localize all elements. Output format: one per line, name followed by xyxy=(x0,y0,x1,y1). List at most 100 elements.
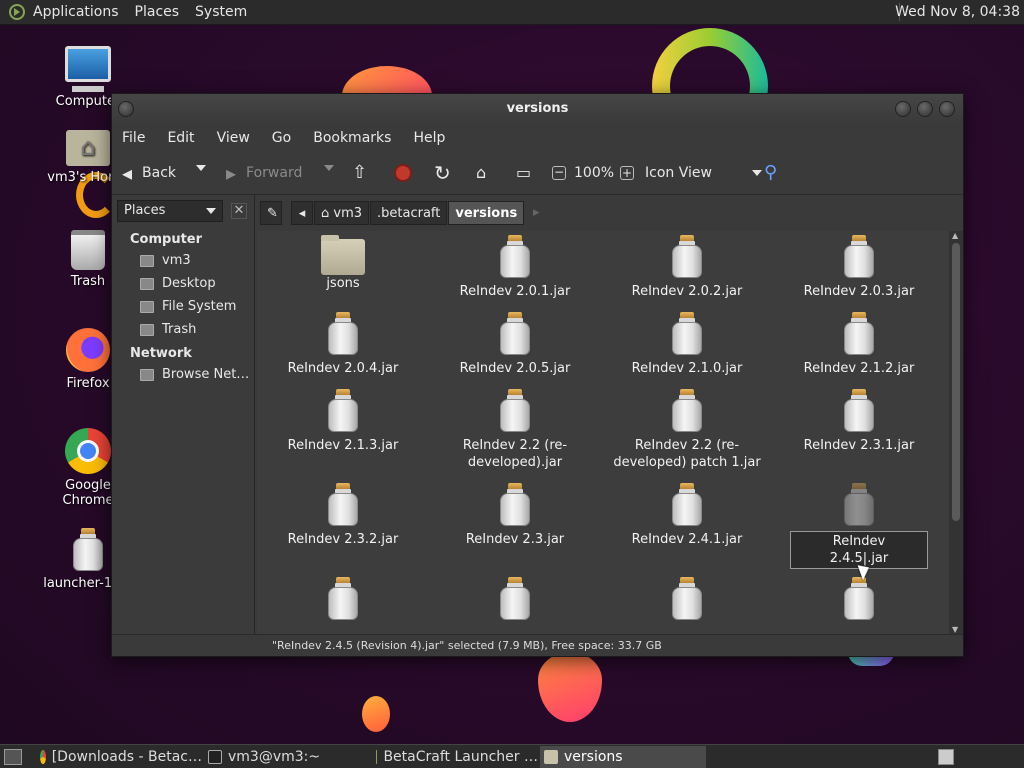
sidebar-item-filesystem[interactable]: File System xyxy=(112,295,254,318)
window-menu-button[interactable] xyxy=(118,101,134,117)
home-icon[interactable]: ⌂ xyxy=(476,163,486,182)
scroll-up-icon[interactable]: ▲ xyxy=(952,231,958,240)
wallpaper-blob xyxy=(538,652,602,722)
forward-label: Forward xyxy=(246,164,303,181)
reload-icon[interactable]: ↻ xyxy=(434,161,451,185)
file-item[interactable]: ReIndev 2.4.1.jar xyxy=(607,483,767,548)
file-item[interactable] xyxy=(263,577,423,621)
breadcrumb-versions[interactable]: versions xyxy=(448,201,525,225)
menu-view[interactable]: View xyxy=(217,130,250,146)
maximize-button[interactable] xyxy=(917,101,933,117)
back-history-dropdown[interactable] xyxy=(196,165,206,171)
menu-file[interactable]: File xyxy=(122,130,145,146)
jar-icon xyxy=(326,312,360,356)
distro-logo-icon[interactable] xyxy=(9,4,25,20)
file-name-label: ReIndev 2.1.0.jar xyxy=(631,361,743,376)
status-bar: "ReIndev 2.4.5 (Revision 4).jar" selecte… xyxy=(112,634,963,656)
sidebar-item-browse-network[interactable]: Browse Net… xyxy=(112,363,254,386)
file-item[interactable]: ReIndev 2.3.jar xyxy=(435,483,595,548)
jar-icon xyxy=(842,483,876,527)
jar-icon xyxy=(498,312,532,356)
file-item[interactable]: ReIndev 2.0.3.jar xyxy=(779,235,939,300)
search-icon[interactable]: ⚲ xyxy=(764,162,777,183)
forward-arrow-icon: ▸ xyxy=(226,160,237,185)
edit-location-button[interactable]: ✎ xyxy=(260,201,282,225)
jar-icon xyxy=(670,577,704,621)
close-button[interactable] xyxy=(939,101,955,117)
sidebar-item-desktop[interactable]: Desktop xyxy=(112,272,254,295)
taskbar-item-versions[interactable]: versions xyxy=(540,746,706,768)
network-icon xyxy=(140,368,154,381)
stop-button[interactable] xyxy=(394,164,412,182)
breadcrumb-left-button[interactable]: ◂ xyxy=(291,201,313,225)
forward-button[interactable]: ▸ Forward xyxy=(226,161,302,185)
up-arrow-icon[interactable]: ⇧ xyxy=(352,162,367,183)
show-desktop-icon[interactable] xyxy=(4,749,22,765)
folder-icon xyxy=(321,235,365,275)
file-name-label: ReIndev 2.2 (re-developed) patch 1.jar xyxy=(613,438,761,470)
file-item[interactable] xyxy=(779,577,939,621)
folder-item[interactable]: jsons xyxy=(263,235,423,292)
wallpaper-blob xyxy=(362,696,390,732)
rename-input[interactable]: ReIndev 2.4.5|.jar xyxy=(790,531,928,569)
view-mode-select[interactable]: Icon View xyxy=(645,165,762,181)
taskbar-item-downloads[interactable]: [Downloads - Betac… xyxy=(36,746,202,768)
file-item[interactable]: ReIndev 2.0.1.jar xyxy=(435,235,595,300)
toolbar: ◂ Back ▸ Forward ⇧ ↻ ⌂ ▭ − 100% + Icon V… xyxy=(112,151,963,195)
pencil-icon: ✎ xyxy=(267,206,278,221)
workspace-switcher[interactable] xyxy=(938,749,954,765)
zoom-out-button[interactable]: − xyxy=(552,165,566,180)
minimize-button[interactable] xyxy=(895,101,911,117)
clock[interactable]: Wed Nov 8, 04:38 xyxy=(895,4,1020,20)
window-titlebar[interactable]: versions xyxy=(112,94,963,124)
breadcrumb-vm3[interactable]: ⌂ vm3 xyxy=(314,201,370,225)
file-item[interactable]: ReIndev 2.0.4.jar xyxy=(263,312,423,377)
file-item[interactable]: ReIndev 2.1.2.jar xyxy=(779,312,939,377)
file-item[interactable]: ReIndev 2.2 (re-developed).jar xyxy=(435,389,595,471)
file-item[interactable] xyxy=(435,577,595,621)
jar-icon xyxy=(71,528,105,572)
sidebar-section-network: Network xyxy=(130,346,192,361)
file-item[interactable]: ReIndev 2.2 (re-developed) patch 1.jar xyxy=(607,389,767,471)
file-item[interactable]: ReIndev 2.0.5.jar xyxy=(435,312,595,377)
sidebar-selector[interactable]: Places xyxy=(117,200,223,222)
menu-edit[interactable]: Edit xyxy=(167,130,194,146)
vertical-scrollbar[interactable]: ▲ ▼ xyxy=(949,231,963,634)
file-name-label: ReIndev 2.3.jar xyxy=(465,532,565,547)
file-item[interactable]: ReIndev 2.3.2.jar xyxy=(263,483,423,548)
breadcrumb-betacraft[interactable]: .betacraft xyxy=(370,201,448,225)
applications-menu[interactable]: Applications xyxy=(33,4,119,20)
computer-icon[interactable]: ▭ xyxy=(516,163,531,182)
file-icon-view[interactable]: jsons ReIndev 2.0.1.jar ReIndev 2.0.2.jar R… xyxy=(257,231,949,634)
menu-go[interactable]: Go xyxy=(272,130,291,146)
scroll-thumb[interactable] xyxy=(952,243,960,521)
zoom-in-button[interactable]: + xyxy=(620,165,634,180)
file-item[interactable] xyxy=(607,577,767,621)
file-item[interactable]: ReIndev 2.0.2.jar xyxy=(607,235,767,300)
java-icon xyxy=(376,750,378,764)
sidebar-item-vm3[interactable]: vm3 xyxy=(112,249,254,272)
file-item[interactable]: ReIndev 2.1.0.jar xyxy=(607,312,767,377)
file-manager-window: versions File Edit View Go Bookmarks Hel… xyxy=(111,93,964,657)
scroll-down-icon[interactable]: ▼ xyxy=(952,625,958,634)
system-menu[interactable]: System xyxy=(195,4,247,20)
home-folder-icon xyxy=(140,254,154,267)
forward-history-dropdown[interactable] xyxy=(324,165,334,171)
folder-icon xyxy=(544,750,558,764)
file-item[interactable]: ReIndev 2.3.1.jar xyxy=(779,389,939,454)
back-button[interactable]: ◂ Back xyxy=(122,161,176,185)
chevron-down-icon xyxy=(751,169,762,176)
sidebar: Places ✕ Computer vm3 Desktop File Syste… xyxy=(112,195,255,634)
taskbar-item-terminal[interactable]: vm3@vm3:~ xyxy=(204,746,370,768)
chevron-right-icon[interactable]: ▸ xyxy=(525,201,547,225)
jar-icon xyxy=(670,235,704,279)
menu-help[interactable]: Help xyxy=(413,130,445,146)
file-item[interactable]: ReIndev 2.1.3.jar xyxy=(263,389,423,454)
places-menu[interactable]: Places xyxy=(135,4,180,20)
sidebar-item-trash[interactable]: Trash xyxy=(112,318,254,341)
jar-icon xyxy=(326,389,360,433)
close-sidebar-button[interactable]: ✕ xyxy=(231,203,247,219)
menu-bookmarks[interactable]: Bookmarks xyxy=(313,130,391,146)
taskbar-item-betacraft[interactable]: BetaCraft Launcher … xyxy=(372,746,538,768)
file-item[interactable]: ReIndev 2.4.5|.jar xyxy=(779,483,939,569)
